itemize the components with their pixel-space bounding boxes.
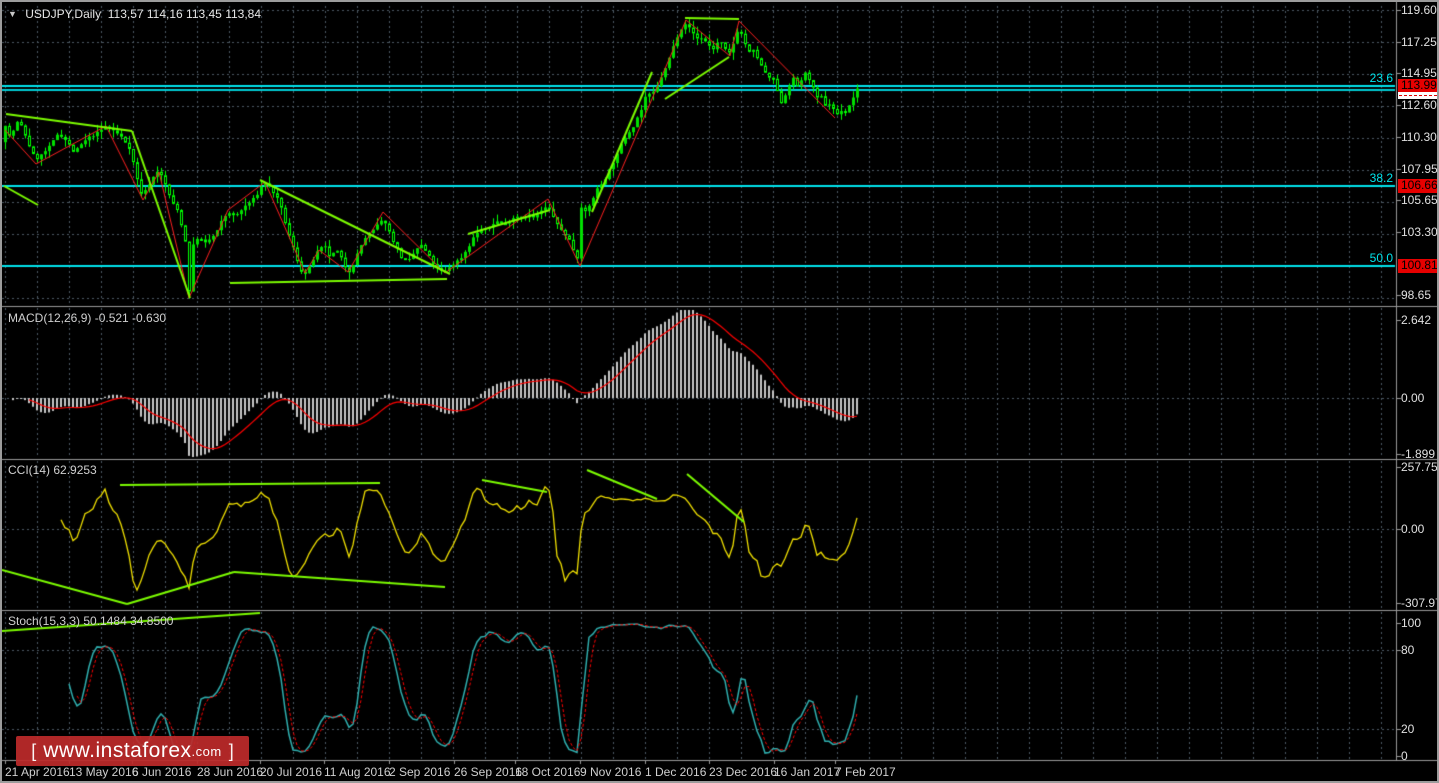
watermark-bracket-right: ]	[229, 741, 234, 762]
macd-label: MACD(12,26,9) -0.521 -0.630	[8, 312, 166, 325]
macd-tick: 0.00	[1401, 392, 1424, 405]
fib-level-label: 23.6	[1364, 72, 1393, 84]
price-tick: 105.65	[1401, 194, 1438, 207]
watermark-domain: .com	[192, 744, 222, 759]
date-label: 7 Feb 2017	[835, 765, 896, 779]
price-tick: 112.60	[1401, 99, 1437, 112]
macd-tick: 2.642	[1401, 314, 1431, 327]
symbol-dropdown-icon: ▼	[8, 8, 17, 21]
cci-tick: -307.9713	[1401, 597, 1439, 610]
fib-level-label: 50.0	[1364, 252, 1393, 264]
price-level-highlight: 106.66	[1398, 179, 1439, 193]
symbol-timeframe: USDJPY,Daily	[25, 7, 101, 21]
watermark-text: www.instaforex	[43, 739, 191, 763]
ohlc-values: 113,57 114,16 113,45 113,84	[108, 7, 261, 21]
price-tick: 103.30	[1401, 226, 1438, 239]
price-level-highlight: 100.81	[1398, 259, 1439, 273]
chart-title: ▼ USDJPY,Daily 113,57 114,16 113,45 113,…	[8, 8, 261, 21]
date-label: 2 Sep 2016	[389, 765, 450, 779]
stoch-tick: 0	[1401, 750, 1408, 763]
price-tick: 110.30	[1401, 131, 1437, 144]
stoch-tick: 20	[1401, 723, 1414, 736]
price-tick: 98.65	[1401, 289, 1431, 302]
price-tick: 117.25	[1401, 36, 1437, 49]
cci-tick: 257.7586	[1401, 461, 1439, 474]
watermark-bracket-left: [	[31, 741, 36, 762]
bid-price-marker	[1398, 92, 1438, 99]
price-level-highlight: 113.99	[1398, 79, 1439, 93]
date-label: 1 Dec 2016	[645, 765, 706, 779]
stoch-tick: 80	[1401, 644, 1414, 657]
date-label: 16 Jan 2017	[774, 765, 840, 779]
date-label: 11 Aug 2016	[324, 765, 391, 779]
date-label: 21 Apr 2016	[5, 765, 70, 779]
date-label: 23 Dec 2016	[709, 765, 777, 779]
fib-level-label: 38.2	[1364, 172, 1393, 184]
stoch-tick: 100	[1401, 617, 1421, 630]
date-label: 18 Oct 2016	[515, 765, 580, 779]
date-label: 26 Sep 2016	[454, 765, 522, 779]
date-label: 28 Jun 2016	[197, 765, 263, 779]
stoch-label: Stoch(15,3,3) 50.1484 34.8500	[8, 615, 173, 628]
date-label: 9 Nov 2016	[580, 765, 641, 779]
price-tick: 119.60	[1401, 4, 1437, 17]
chart-canvas[interactable]	[2, 2, 1439, 783]
date-label: 13 May 2016	[69, 765, 138, 779]
instaforex-watermark: [ www.instaforex .com ]	[16, 736, 249, 766]
date-label: 6 Jun 2016	[132, 765, 191, 779]
cci-tick: 0.00	[1401, 523, 1424, 536]
date-label: 20 Jul 2016	[260, 765, 322, 779]
chart-window: ▼ USDJPY,Daily 113,57 114,16 113,45 113,…	[0, 0, 1439, 783]
price-tick: 107.95	[1401, 163, 1438, 176]
cci-label: CCI(14) 62.9253	[8, 464, 97, 477]
